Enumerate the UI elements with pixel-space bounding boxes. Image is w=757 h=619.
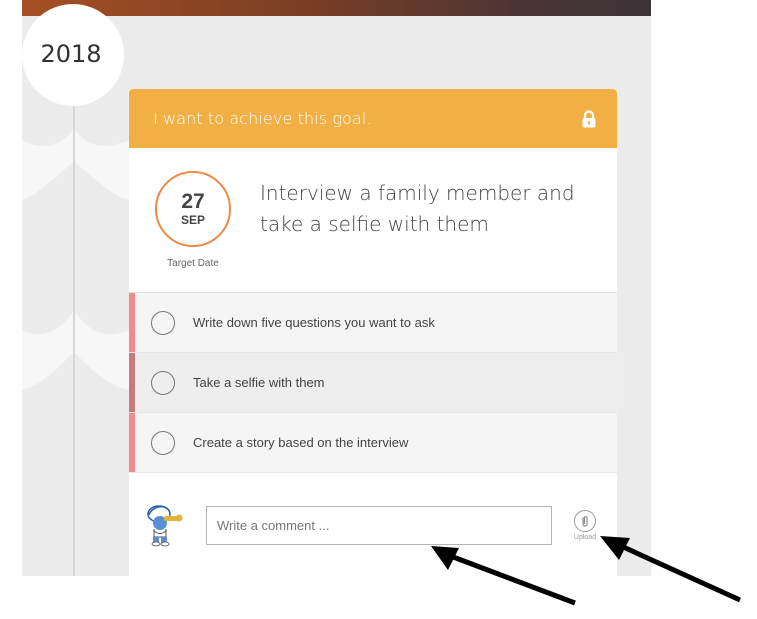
task-checkbox[interactable]: [151, 430, 175, 455]
lock-icon[interactable]: [581, 109, 597, 128]
task-checkbox[interactable]: [151, 310, 175, 335]
smurf-avatar: [147, 505, 183, 547]
goal-summary: 27 SEP Target Date Interview a family me…: [129, 148, 617, 293]
task-list: Write down five questions you want to as…: [129, 293, 617, 473]
goal-card: I want to achieve this goal. 27 SEP Targ…: [129, 89, 617, 576]
decor-shape-upper: [22, 128, 129, 200]
task-label: Create a story based on the interview: [193, 435, 409, 450]
task-item[interactable]: Write down five questions you want to as…: [129, 293, 617, 353]
year-label: 2018: [40, 40, 102, 68]
task-item[interactable]: Take a selfie with them: [129, 353, 617, 413]
paperclip-icon[interactable]: [574, 510, 596, 532]
target-date-badge[interactable]: 27 SEP: [155, 171, 231, 247]
goal-card-header-title: I want to achieve this goal.: [153, 109, 372, 128]
comment-input[interactable]: [206, 506, 552, 545]
comment-section: Upload: [129, 473, 617, 576]
upload-button[interactable]: Upload: [568, 510, 602, 541]
goal-title: Interview a family member and take a sel…: [260, 181, 575, 236]
task-item[interactable]: Create a story based on the interview: [129, 413, 617, 473]
decor-shape-lower: [22, 310, 129, 390]
upload-label: Upload: [573, 534, 597, 541]
target-date-month: SEP: [180, 213, 205, 227]
year-marker: 2018: [22, 4, 124, 106]
timeline-line: [73, 86, 75, 576]
target-date-label: Target Date: [167, 258, 219, 269]
target-date-day: 27: [181, 190, 205, 213]
page: 2018 I want to achieve this goal. 27 SEP…: [0, 0, 757, 619]
task-priority-stripe: [129, 413, 135, 472]
task-checkbox[interactable]: [151, 370, 175, 395]
goal-card-header: I want to achieve this goal.: [129, 89, 617, 148]
task-priority-stripe: [129, 353, 135, 412]
task-label: Take a selfie with them: [193, 375, 325, 390]
task-label: Write down five questions you want to as…: [193, 315, 435, 330]
task-priority-stripe: [129, 293, 135, 352]
